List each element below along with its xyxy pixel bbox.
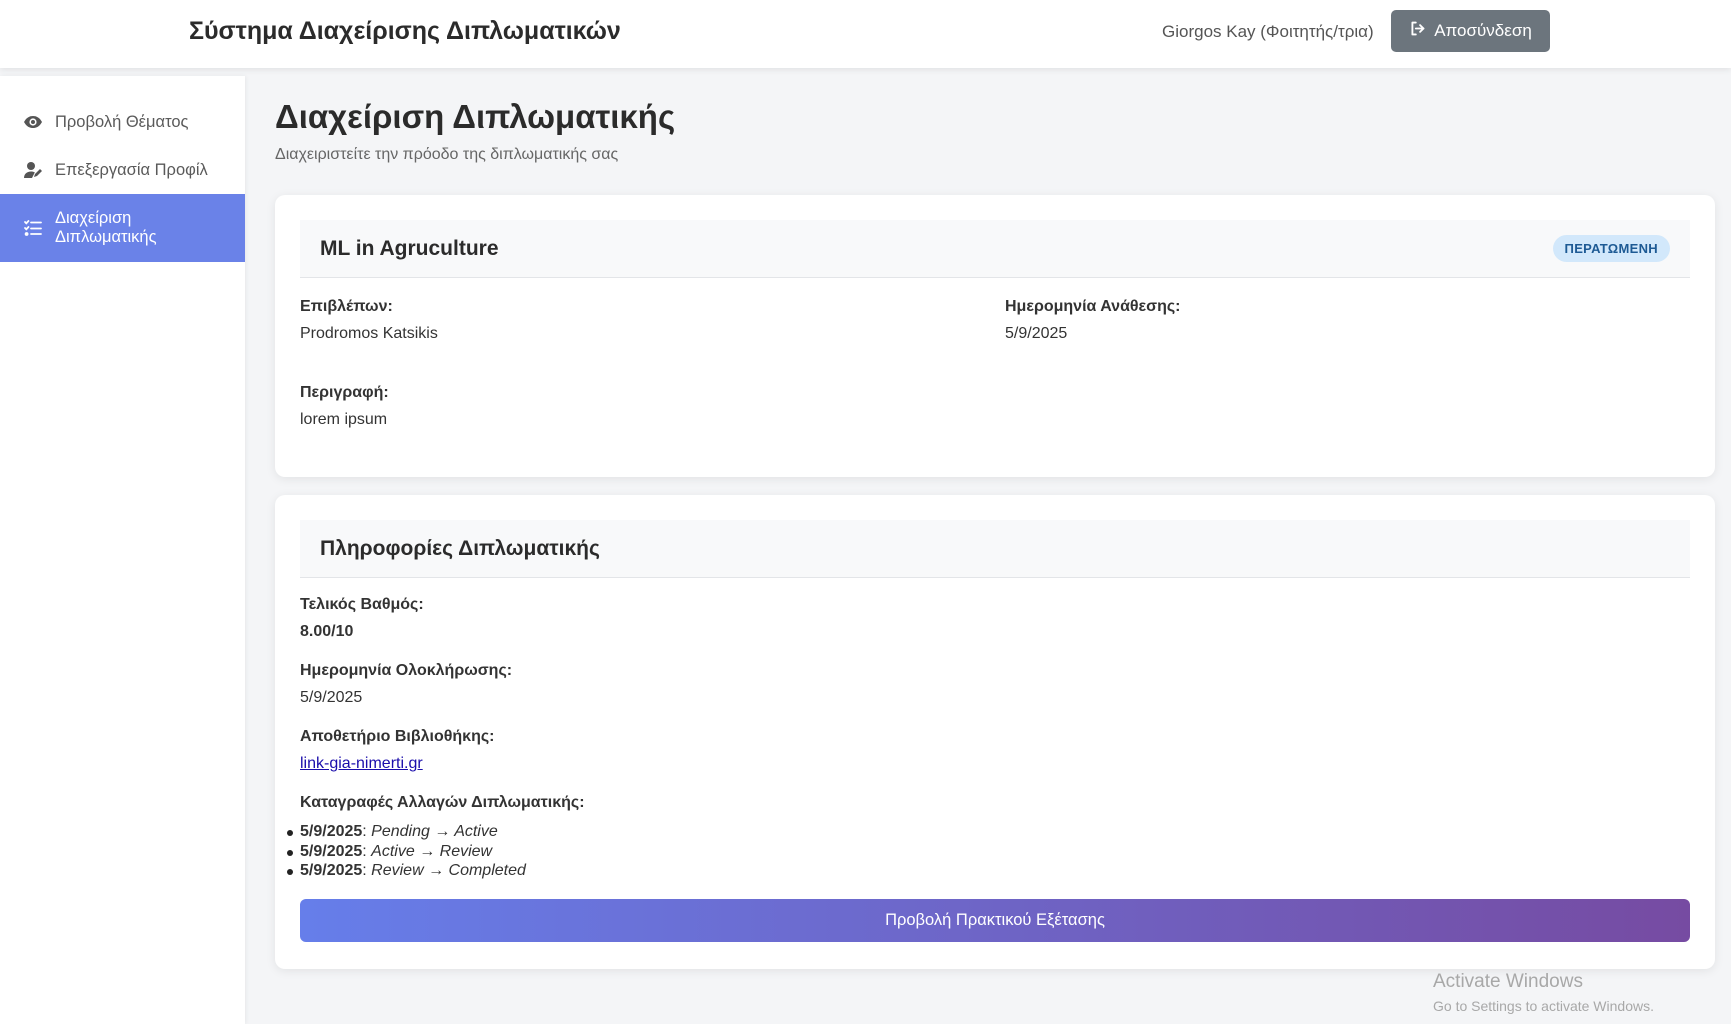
user-edit-icon — [22, 159, 44, 181]
sidebar-item-label: Προβολή Θέματος — [55, 112, 189, 131]
description-value: lorem ipsum — [300, 411, 388, 428]
description-label: Περιγραφή: — [300, 384, 389, 401]
status-badge: ΠΕΡΑΤΩΜΕΝΗ — [1552, 235, 1670, 262]
info-card-title: Πληροφορίες Διπλωματικής — [320, 536, 600, 560]
supervisor-label: Επιβλέπων: — [300, 298, 393, 315]
change-transition: Review → Completed — [371, 862, 526, 879]
logout-button[interactable]: Αποσύνδεση — [1391, 10, 1550, 52]
sidebar-item-edit-profile[interactable]: Επεξεργασία Προφίλ — [0, 150, 245, 190]
changes-list: 5/9/2025: Pending → Active 5/9/2025: Act… — [287, 823, 526, 882]
change-date: 5/9/2025 — [300, 842, 363, 860]
sidebar: Προβολή Θέματος Επεξεργασία Προφίλ Διαχε… — [0, 76, 245, 1024]
view-exam-record-button[interactable]: Προβολή Πρακτικού Εξέτασης — [300, 899, 1690, 942]
sign-out-icon — [1409, 20, 1426, 42]
sidebar-item-label: Επεξεργασία Προφίλ — [55, 160, 208, 179]
change-transition: Active → Review — [371, 842, 493, 860]
assign-date-value: 5/9/2025 — [1005, 325, 1068, 342]
info-card: Πληροφορίες Διπλωματικής Τελικός Βαθμός:… — [275, 495, 1715, 969]
sidebar-item-label: Διαχείριση Διπλωματικής — [55, 209, 157, 246]
logout-label: Αποσύνδεση — [1434, 21, 1532, 40]
repository-label: Αποθετήριο Βιβλιοθήκης: — [300, 728, 495, 745]
change-date: 5/9/2025 — [300, 862, 363, 879]
page-title: Διαχείριση Διπλωματικής — [275, 98, 676, 135]
thesis-card-header: ML in Agruculture ΠΕΡΑΤΩΜΕΝΗ — [300, 220, 1690, 278]
user-name: Giorgos Kay (Φοιτητής/τρια) — [1162, 22, 1374, 41]
sidebar-item-view-topic[interactable]: Προβολή Θέματος — [0, 102, 245, 142]
thesis-card: ML in Agruculture ΠΕΡΑΤΩΜΕΝΗ Επιβλέπων: … — [275, 195, 1715, 477]
changes-label: Καταγραφές Αλλαγών Διπλωματικής: — [300, 794, 585, 811]
list-item: 5/9/2025: Review → Completed — [287, 862, 526, 882]
sidebar-item-manage-thesis[interactable]: Διαχείριση Διπλωματικής — [0, 194, 245, 262]
tasks-icon — [22, 217, 44, 239]
grade-label: Τελικός Βαθμός: — [300, 596, 424, 613]
completion-date-value: 5/9/2025 — [300, 689, 363, 706]
app-title: Σύστημα Διαχείρισης Διπλωματικών — [189, 17, 621, 45]
completion-date-label: Ημερομηνία Ολοκλήρωσης: — [300, 662, 513, 679]
list-item: 5/9/2025: Active → Review — [287, 842, 526, 863]
watermark-title: Activate Windows — [1433, 971, 1583, 992]
list-item: 5/9/2025: Pending → Active — [287, 823, 526, 843]
windows-activation-watermark: Activate Windows Go to Settings to activ… — [1433, 971, 1654, 1014]
eye-icon — [22, 111, 44, 133]
watermark-subtitle: Go to Settings to activate Windows. — [1433, 998, 1654, 1014]
assign-date-label: Ημερομηνία Ανάθεσης: — [1005, 298, 1181, 315]
change-transition: Pending → Active — [371, 823, 498, 840]
supervisor-value: Prodromos Katsikis — [300, 325, 438, 342]
page-subtitle: Διαχειριστείτε την πρόοδο της διπλωματικ… — [275, 146, 619, 163]
change-date: 5/9/2025 — [300, 823, 363, 840]
thesis-title: ML in Agruculture — [320, 236, 499, 260]
top-navbar: Σύστημα Διαχείρισης Διπλωματικών Giorgos… — [0, 0, 1731, 68]
repository-link[interactable]: link-gia-nimerti.gr — [300, 755, 423, 772]
repository-link-wrap: link-gia-nimerti.gr — [300, 755, 423, 773]
info-card-header: Πληροφορίες Διπλωματικής — [300, 520, 1690, 578]
grade-value: 8.00/10 — [300, 623, 354, 640]
